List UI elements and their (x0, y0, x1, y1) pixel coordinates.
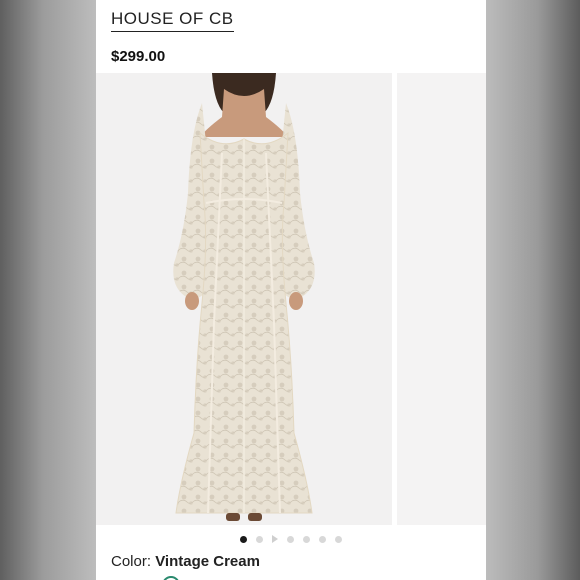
product-gallery[interactable] (96, 73, 486, 525)
product-image-next[interactable] (397, 73, 486, 525)
dress-photo (173, 73, 315, 521)
brand-link[interactable]: HOUSE OF CB (111, 9, 234, 32)
gallery-dot[interactable] (256, 535, 263, 543)
gallery-dot[interactable] (287, 535, 294, 543)
gallery-dot[interactable] (303, 535, 310, 543)
gallery-dot[interactable] (319, 535, 326, 543)
product-image-main[interactable] (96, 73, 392, 525)
background-right (486, 0, 580, 580)
background-left (0, 0, 96, 580)
color-value: Vintage Cream (155, 553, 260, 570)
color-swatch[interactable] (162, 576, 180, 580)
color-label: Color: (111, 553, 152, 570)
color-selection: Color: Vintage Cream (111, 553, 260, 570)
product-panel: HOUSE OF CB $299.00 Color: Vintage Cream (96, 0, 486, 580)
gallery-dot[interactable] (335, 535, 342, 543)
gallery-dot[interactable] (240, 535, 247, 543)
product-price: $299.00 (111, 48, 166, 65)
video-play-icon[interactable] (272, 535, 278, 543)
gallery-pagination (96, 533, 486, 545)
